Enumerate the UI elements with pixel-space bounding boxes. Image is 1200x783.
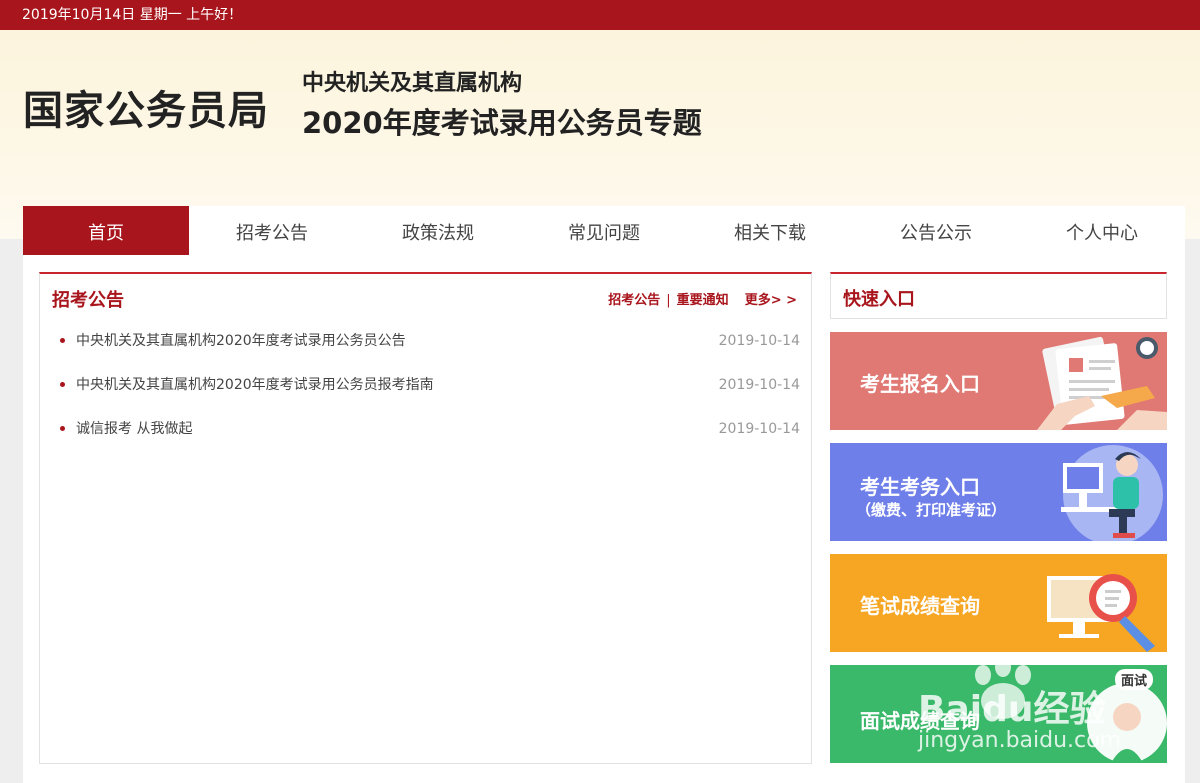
card-label: 考生报名入口 (860, 372, 980, 396)
notice-list: 中央机关及其直属机构2020年度考试录用公务员公告 2019-10-14 中央机… (60, 330, 800, 462)
list-item: 中央机关及其直属机构2020年度考试录用公务员公告 2019-10-14 (60, 330, 800, 374)
watermark-url: jingyan.baidu.com (918, 728, 1122, 753)
bullet-icon (60, 426, 65, 431)
notice-link[interactable]: 中央机关及其直属机构2020年度考试录用公务员报考指南 (76, 374, 434, 396)
card-sublabel: （缴费、打印准考证） (856, 501, 1007, 519)
header-title: 2020年度考试录用公务员专题 (302, 106, 702, 140)
written-exam-score-card[interactable]: 笔试成绩查询 (830, 554, 1167, 652)
notice-link[interactable]: 中央机关及其直属机构2020年度考试录用公务员公告 (76, 330, 406, 352)
link-recruitment-notices[interactable]: 招考公告 (608, 293, 660, 308)
quick-entry-header: 快速入口 (830, 272, 1167, 319)
watermark-brand: Baidu经验 (918, 689, 1106, 730)
notice-panel-links: 招考公告 | 重要通知 更多> > (608, 289, 797, 308)
list-item: 中央机关及其直属机构2020年度考试录用公务员报考指南 2019-10-14 (60, 374, 800, 418)
list-item: 诚信报考 从我做起 2019-10-14 (60, 418, 800, 462)
nav-personal-center[interactable]: 个人中心 (1019, 206, 1185, 261)
student-at-computer-icon (1061, 445, 1163, 541)
exam-affairs-entry-card[interactable]: 考生考务入口 （缴费、打印准考证） (830, 443, 1167, 541)
card-label: 笔试成绩查询 (860, 594, 980, 618)
notice-panel-title: 招考公告 (52, 290, 124, 311)
notice-date: 2019-10-14 (718, 421, 800, 437)
site-logo-text[interactable]: 国家公务员局 (23, 78, 269, 136)
baidu-jingyan-watermark: Baidu经验 jingyan.baidu.com (908, 650, 1168, 783)
bullet-icon (60, 338, 65, 343)
notice-date: 2019-10-14 (718, 333, 800, 349)
link-important-notices[interactable]: 重要通知 (677, 293, 729, 308)
nav-faq[interactable]: 常见问题 (521, 206, 687, 261)
header-subtitle: 中央机关及其直属机构 (302, 71, 523, 96)
magnifier-monitor-icon (1047, 574, 1155, 652)
link-separator: | (666, 293, 671, 308)
notice-link[interactable]: 诚信报考 从我做起 (76, 418, 192, 440)
nav-recruitment-notices[interactable]: 招考公告 (189, 206, 355, 261)
notice-panel: 招考公告 招考公告 | 重要通知 更多> > 中央机关及其直属机构2020年度考试录用… (39, 272, 812, 764)
quick-entry-title: 快速入口 (843, 289, 915, 310)
more-link[interactable]: 更多> > (745, 293, 797, 308)
notice-date: 2019-10-14 (718, 377, 800, 393)
card-label: 考生考务入口 (860, 475, 980, 499)
application-form-icon (1037, 336, 1167, 430)
site-header: 国家公务员局 中央机关及其直属机构 2020年度考试录用公务员专题 首页 招考公… (0, 30, 1200, 269)
date-greeting: 2019年10月14日 星期一 上午好！ (22, 7, 243, 23)
nav-policies[interactable]: 政策法规 (355, 206, 521, 261)
nav-downloads[interactable]: 相关下载 (687, 206, 853, 261)
bullet-icon (60, 382, 65, 387)
registration-entry-card[interactable]: 考生报名入口 (830, 332, 1167, 430)
nav-public-notices[interactable]: 公告公示 (853, 206, 1019, 261)
top-info-bar: 2019年10月14日 星期一 上午好！ (0, 0, 1200, 30)
nav-home[interactable]: 首页 (23, 206, 189, 261)
